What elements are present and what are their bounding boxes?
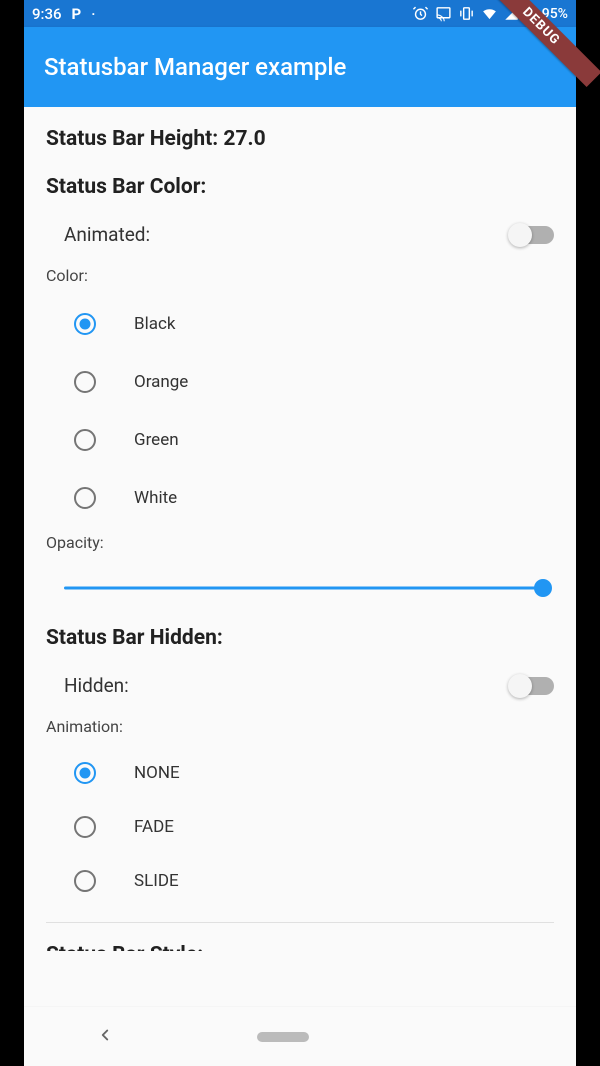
opacity-slider[interactable]: [64, 578, 550, 598]
radio-icon: [74, 429, 96, 451]
nav-home-pill[interactable]: [257, 1032, 309, 1042]
animation-option-slide[interactable]: SLIDE: [74, 854, 554, 908]
alarm-icon: [412, 5, 429, 22]
radio-icon: [74, 870, 96, 892]
color-option-black[interactable]: Black: [74, 295, 554, 353]
vibrate-icon: [458, 5, 475, 22]
hidden-row: Hidden:: [46, 670, 554, 717]
radio-icon: [74, 816, 96, 838]
app-bar: Statusbar Manager example: [24, 27, 576, 107]
radio-label: FADE: [134, 817, 174, 837]
section-hidden-title: Status Bar Hidden:: [46, 626, 554, 650]
color-option-orange[interactable]: Orange: [74, 353, 554, 411]
opacity-label: Opacity:: [46, 533, 554, 552]
animated-row: Animated:: [46, 219, 554, 266]
animated-label: Animated:: [64, 223, 150, 246]
app-title: Statusbar Manager example: [44, 53, 346, 81]
radio-icon: [74, 313, 96, 335]
radio-icon: [74, 371, 96, 393]
radio-label: Orange: [134, 372, 188, 392]
color-label: Color:: [46, 266, 554, 285]
radio-icon: [74, 762, 96, 784]
nav-back-button[interactable]: [96, 1026, 114, 1048]
radio-label: White: [134, 488, 177, 508]
main-content: Status Bar Height: 27.0 Status Bar Color…: [24, 107, 576, 1006]
radio-label: SLIDE: [134, 871, 179, 891]
section-style-title-cutoff: Status Bar Style:: [46, 941, 554, 951]
radio-label: Green: [134, 430, 179, 450]
radio-label: NONE: [134, 763, 180, 783]
animation-option-fade[interactable]: FADE: [74, 800, 554, 854]
animation-option-none[interactable]: NONE: [74, 746, 554, 800]
status-bar-height-label: Status Bar Height: 27.0: [46, 127, 554, 151]
animation-label: Animation:: [46, 717, 554, 736]
color-option-green[interactable]: Green: [74, 411, 554, 469]
radio-label: Black: [134, 314, 176, 334]
cast-icon: [435, 5, 452, 22]
animated-switch[interactable]: [510, 226, 554, 244]
dot-icon: ·: [91, 5, 95, 23]
wifi-icon: [481, 5, 498, 22]
status-time: 9:36: [32, 5, 62, 23]
hidden-label: Hidden:: [64, 674, 129, 697]
hidden-switch[interactable]: [510, 677, 554, 695]
section-color-title: Status Bar Color:: [46, 175, 554, 199]
pandora-app-icon: P: [72, 5, 82, 23]
radio-icon: [74, 487, 96, 509]
color-option-white[interactable]: White: [74, 469, 554, 527]
animation-radio-group: NONE FADE SLIDE: [46, 746, 554, 908]
divider: [46, 922, 554, 923]
system-status-bar: 9:36 P · 95%: [24, 0, 576, 27]
color-radio-group: Black Orange Green White: [46, 295, 554, 527]
system-nav-bar: [24, 1006, 576, 1066]
